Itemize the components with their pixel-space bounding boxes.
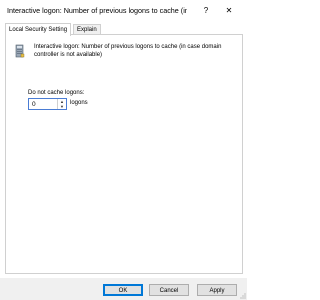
logon-count-value[interactable]: 0 bbox=[32, 101, 36, 108]
close-button[interactable]: ✕ bbox=[222, 4, 236, 18]
apply-button[interactable]: Apply bbox=[197, 284, 237, 296]
resize-grip-icon[interactable] bbox=[240, 293, 246, 299]
cache-logons-label: Do not cache logons: bbox=[28, 90, 85, 96]
help-button[interactable]: ? bbox=[199, 4, 213, 18]
decrement-button[interactable]: ▼ bbox=[58, 104, 66, 109]
title-bar: Interactive logon: Number of previous lo… bbox=[0, 0, 247, 22]
ok-button[interactable]: OK bbox=[103, 284, 143, 296]
logons-unit-label: logons bbox=[70, 100, 88, 106]
stepper-buttons: ▲ ▼ bbox=[57, 99, 66, 109]
cancel-button[interactable]: Cancel bbox=[149, 284, 189, 296]
policy-description: Interactive logon: Number of previous lo… bbox=[34, 44, 222, 58]
policy-server-icon bbox=[15, 44, 25, 58]
settings-panel: Interactive logon: Number of previous lo… bbox=[5, 34, 243, 274]
logon-count-stepper[interactable]: 0 ▲ ▼ bbox=[28, 98, 67, 110]
window-title: Interactive logon: Number of previous lo… bbox=[7, 6, 187, 15]
tab-local-security-setting[interactable]: Local Security Setting bbox=[5, 23, 72, 36]
